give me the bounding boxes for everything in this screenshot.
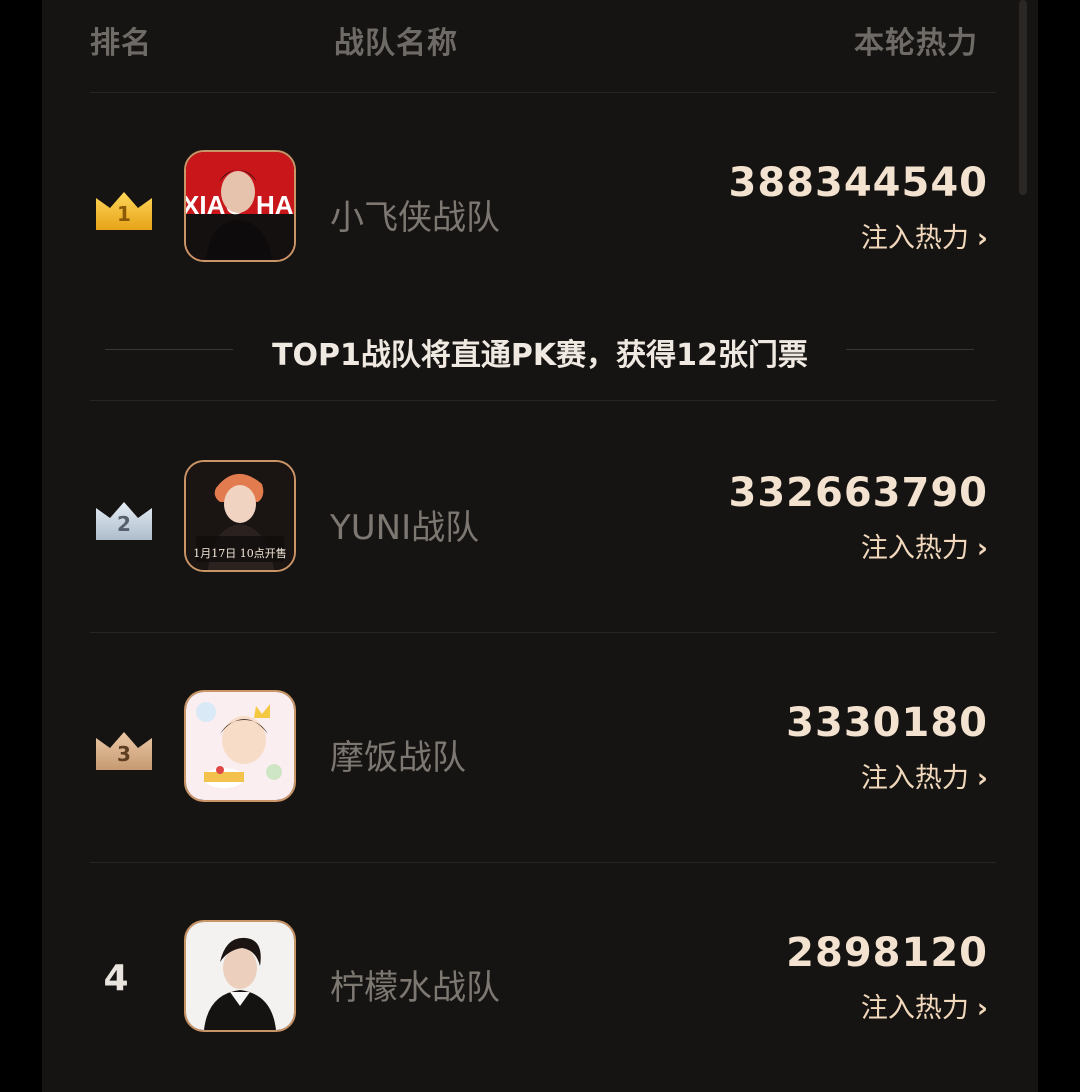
- silver-crown-icon: 2: [94, 498, 154, 542]
- bronze-crown-icon: 3: [94, 728, 154, 772]
- inject-heat-link[interactable]: 注入热力 ›: [861, 756, 988, 795]
- heat-value: 2898120: [786, 930, 988, 976]
- team-avatar[interactable]: 1月17日 10点开售: [184, 460, 296, 572]
- team-row-4[interactable]: 4 柠檬水战队 2898120 注入热力 ›: [0, 920, 1080, 1040]
- team-avatar[interactable]: XIAO HAN: [184, 150, 296, 262]
- inject-heat-link[interactable]: 注入热力 ›: [861, 986, 988, 1025]
- team-name: 小飞侠战队: [330, 198, 500, 238]
- divider: [90, 632, 996, 633]
- inject-heat-label: 注入热力: [860, 763, 969, 794]
- banner-right-line: [846, 349, 974, 350]
- team-row-2[interactable]: 2 1月17日 10点开售 YUNI战队 332663790 注入热力 ›: [0, 460, 1080, 580]
- rank-number: 2: [117, 512, 131, 536]
- inject-heat-link[interactable]: 注入热力 ›: [861, 526, 988, 565]
- rank-number: 1: [117, 202, 131, 226]
- svg-text:HAN: HAN: [256, 190, 294, 220]
- team-row-3[interactable]: 3 摩饭战队 3330180 注入热力 ›: [0, 690, 1080, 810]
- inject-heat-link[interactable]: 注入热力 ›: [861, 216, 988, 255]
- chevron-right-icon: ›: [976, 763, 988, 794]
- divider: [90, 400, 996, 401]
- avatar-caption: 1月17日 10点开售: [193, 546, 287, 560]
- banner-text: TOP1战队将直通PK赛，获得12张门票: [272, 338, 808, 373]
- team-name: 柠檬水战队: [330, 968, 500, 1008]
- rank-number: 4: [103, 958, 129, 999]
- chevron-right-icon: ›: [976, 533, 988, 564]
- divider: [90, 862, 996, 863]
- inject-heat-label: 注入热力: [860, 533, 969, 564]
- divider: [90, 92, 996, 93]
- top1-banner: TOP1战队将直通PK赛，获得12张门票: [0, 320, 1080, 380]
- gold-crown-icon: 1: [94, 188, 154, 232]
- team-avatar[interactable]: [184, 920, 296, 1032]
- heat-value: 3330180: [786, 700, 988, 746]
- team-avatar[interactable]: [184, 690, 296, 802]
- chevron-right-icon: ›: [976, 993, 988, 1024]
- table-header: 排名 战队名称 本轮热力: [0, 0, 1080, 80]
- team-name-column-header: 战队名称: [334, 26, 458, 61]
- heat-value: 388344540: [728, 160, 988, 206]
- heat-value: 332663790: [728, 470, 988, 516]
- rank-number: 3: [117, 742, 131, 766]
- rank-column-header: 排名: [90, 26, 152, 61]
- team-row-1[interactable]: 1 XIAO HAN 小飞侠战队 388344540 注入热力›: [0, 150, 1080, 270]
- inject-heat-label: 注入热力: [860, 223, 969, 254]
- inject-heat-label: 注入热力: [860, 993, 969, 1024]
- heat-column-header: 本轮热力: [854, 26, 978, 61]
- chevron-right-icon: ›: [976, 223, 988, 254]
- leaderboard-page: 排名 战队名称 本轮热力 1 XIAO HAN: [0, 0, 1080, 1092]
- team-name: YUNI战队: [330, 508, 480, 548]
- team-name: 摩饭战队: [330, 738, 466, 778]
